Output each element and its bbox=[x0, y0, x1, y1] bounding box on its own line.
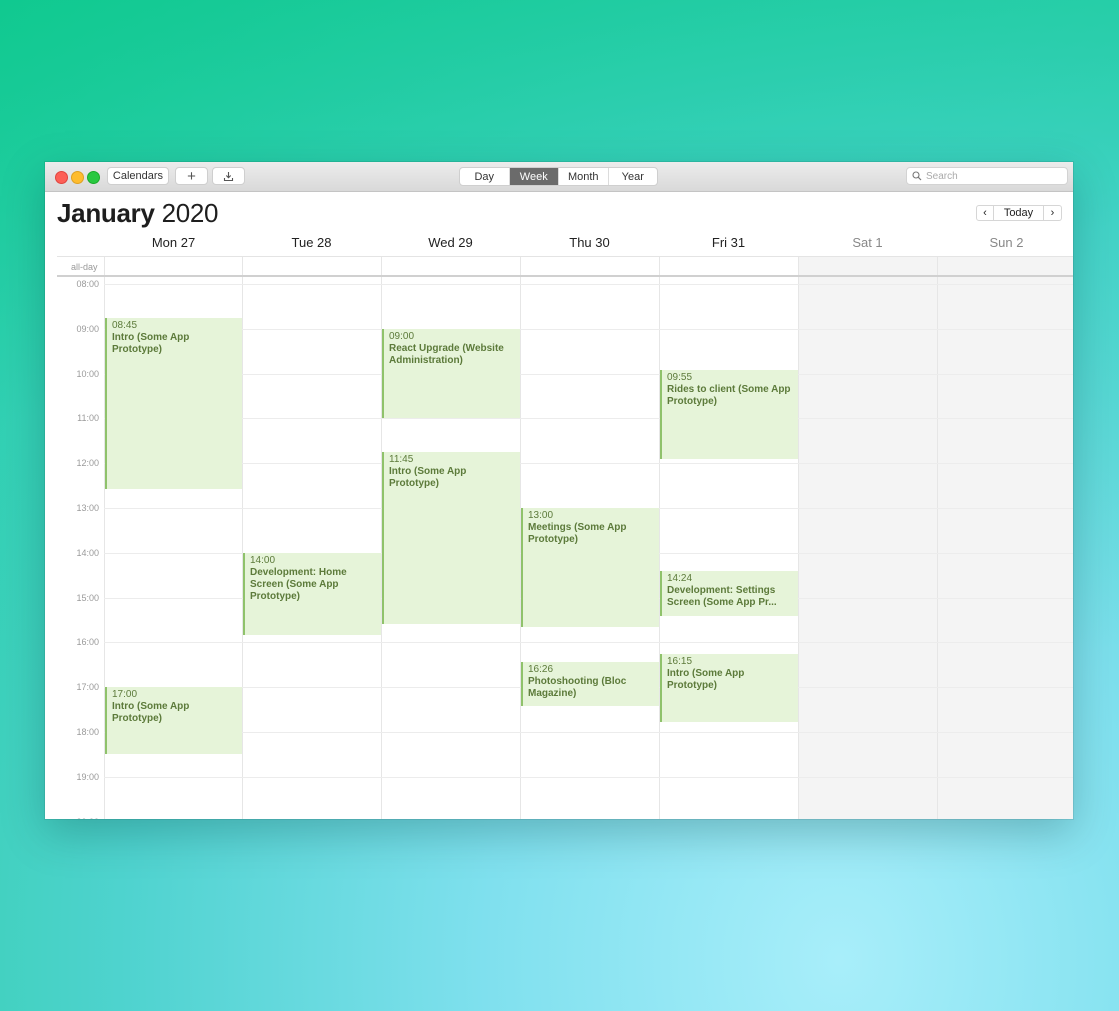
title-year: 2020 bbox=[161, 198, 219, 228]
view-switcher: Day Week Month Year bbox=[459, 167, 658, 186]
import-button[interactable] bbox=[212, 167, 245, 185]
add-event-button[interactable]: + bbox=[175, 167, 208, 185]
download-tray-icon bbox=[223, 171, 234, 181]
chevron-left-icon: ‹ bbox=[983, 207, 987, 219]
next-week-button[interactable]: › bbox=[1044, 205, 1062, 221]
all-day-cell[interactable] bbox=[798, 257, 937, 275]
calendar-window: Calendars + Day Week Month Year Search J… bbox=[45, 162, 1073, 819]
title-month: January bbox=[57, 198, 155, 228]
event-title: Intro (Some App Prototype) bbox=[667, 667, 745, 691]
day-header[interactable]: Tue 28 bbox=[242, 235, 381, 250]
minimize-window-button[interactable] bbox=[71, 171, 84, 184]
event-title: Rides to client (Some App Prototype) bbox=[667, 383, 791, 407]
page-title: January 2020 bbox=[57, 198, 219, 229]
all-day-label: all-day bbox=[71, 262, 98, 272]
hour-label: 08:00 bbox=[76, 279, 99, 289]
event-time: 14:00 bbox=[250, 554, 276, 566]
plus-icon: + bbox=[187, 167, 196, 185]
day-header[interactable]: Sun 2 bbox=[937, 235, 1073, 250]
day-column[interactable] bbox=[242, 277, 381, 819]
view-week-tab[interactable]: Week bbox=[509, 168, 559, 185]
day-header[interactable]: Fri 31 bbox=[659, 235, 798, 250]
week-grid: 08:00 09:00 10:00 11:00 12:00 13:00 14:00 15:00… bbox=[45, 277, 1073, 819]
hour-label: 20:00 bbox=[63, 817, 99, 819]
calendar-event[interactable]: 16:15 Intro (Some App Prototype) bbox=[660, 653, 798, 723]
hour-label: 17:00 bbox=[76, 682, 99, 693]
search-icon bbox=[912, 171, 922, 181]
hour-label: 12:00 bbox=[76, 458, 99, 469]
date-navigation: ‹ Today › bbox=[976, 205, 1062, 221]
event-title: React Upgrade (Website Administration) bbox=[389, 342, 504, 366]
event-time: 11:45 bbox=[389, 454, 414, 465]
hour-label: 16:00 bbox=[76, 637, 99, 648]
event-title: Intro (Some App Prototype) bbox=[112, 701, 190, 725]
hour-label: 18:00 bbox=[76, 727, 99, 737]
view-day-tab[interactable]: Day bbox=[460, 168, 510, 185]
hour-label: 15:00 bbox=[76, 592, 99, 603]
event-time: 16:15 bbox=[667, 655, 693, 667]
calendar-event[interactable]: 17:00 Intro (Some App Prototype) bbox=[105, 687, 242, 755]
day-column[interactable] bbox=[798, 277, 937, 819]
search-placeholder: Search bbox=[926, 170, 958, 182]
calendar-event[interactable]: 09:55 Rides to client (Some App Prototype… bbox=[660, 369, 798, 460]
hour-label: 19:00 bbox=[76, 771, 99, 782]
calendar-event[interactable]: 16:26 Photoshooting (Bloc Magazine) bbox=[521, 661, 659, 706]
hour-gridline bbox=[104, 328, 1073, 330]
hour-gridline bbox=[104, 732, 1073, 733]
event-time: 09:55 bbox=[667, 371, 693, 383]
chevron-right-icon: › bbox=[1050, 207, 1055, 219]
event-time: 08:45 bbox=[112, 319, 138, 331]
hour-label: 11:00 bbox=[77, 413, 99, 424]
toolbar: Calendars + Day Week Month Year Search bbox=[45, 162, 1073, 192]
hour-label: 09:00 bbox=[76, 323, 99, 334]
day-header[interactable]: Sat 1 bbox=[798, 235, 937, 250]
hour-gridline bbox=[104, 418, 1073, 420]
close-window-button[interactable] bbox=[55, 171, 68, 184]
all-day-cell[interactable] bbox=[381, 257, 520, 275]
all-day-cell[interactable] bbox=[659, 257, 798, 275]
hour-gridline bbox=[104, 642, 1073, 644]
event-title: Intro (Some App Prototype) bbox=[112, 331, 190, 355]
event-time: 14:24 bbox=[667, 572, 693, 584]
hour-label: 13:00 bbox=[76, 503, 99, 513]
day-header[interactable]: Wed 29 bbox=[381, 235, 520, 250]
calendar-event[interactable]: 11:45 Intro (Some App Prototype) bbox=[382, 452, 520, 624]
previous-week-button[interactable]: ‹ bbox=[976, 205, 994, 221]
calendars-button[interactable]: Calendars bbox=[107, 167, 169, 185]
event-time: 16:26 bbox=[528, 663, 554, 675]
event-title: Photoshooting (Bloc Magazine) bbox=[528, 675, 627, 699]
event-time: 17:00 bbox=[112, 689, 138, 701]
today-button[interactable]: Today bbox=[994, 205, 1044, 221]
hour-gridline bbox=[104, 776, 1073, 778]
calendar-event[interactable]: 13:00 Meetings (Some App Prototype) bbox=[521, 508, 659, 628]
all-day-cell[interactable] bbox=[937, 257, 1073, 275]
calendar-event[interactable]: 08:45 Intro (Some App Prototype) bbox=[105, 317, 242, 490]
all-day-cell[interactable] bbox=[520, 257, 659, 275]
hour-gridline bbox=[104, 373, 1073, 375]
view-year-tab[interactable]: Year bbox=[609, 168, 658, 185]
all-day-cell[interactable] bbox=[242, 257, 381, 275]
event-title: Meetings (Some App Prototype) bbox=[528, 522, 627, 545]
hour-label: 10:00 bbox=[76, 368, 99, 379]
day-header[interactable]: Mon 27 bbox=[104, 235, 243, 250]
day-header[interactable]: Thu 30 bbox=[520, 235, 659, 250]
event-title: Development: Settings Screen (Some App P… bbox=[667, 584, 777, 608]
calendar-event[interactable]: 09:00 React Upgrade (Website Administrati… bbox=[382, 328, 520, 419]
day-column[interactable] bbox=[937, 277, 1073, 819]
all-day-cell[interactable] bbox=[104, 257, 242, 275]
event-time: 09:00 bbox=[389, 330, 415, 342]
hour-label: 14:00 bbox=[76, 547, 99, 558]
zoom-window-button[interactable] bbox=[87, 171, 100, 184]
search-field[interactable]: Search bbox=[906, 167, 1068, 185]
calendar-event[interactable]: 14:00 Development: Home Screen (Some App … bbox=[243, 552, 381, 635]
event-title: Development: Home Screen (Some App Proto… bbox=[250, 566, 347, 602]
hour-gridline bbox=[104, 463, 1073, 465]
event-title: Intro (Some App Prototype) bbox=[389, 466, 467, 489]
day-column[interactable] bbox=[659, 277, 798, 819]
event-time: 13:00 bbox=[528, 510, 554, 521]
view-month-tab[interactable]: Month bbox=[559, 168, 609, 185]
hour-gridline bbox=[104, 284, 1073, 285]
calendar-event[interactable]: 14:24 Development: Settings Screen (Some … bbox=[660, 570, 798, 616]
